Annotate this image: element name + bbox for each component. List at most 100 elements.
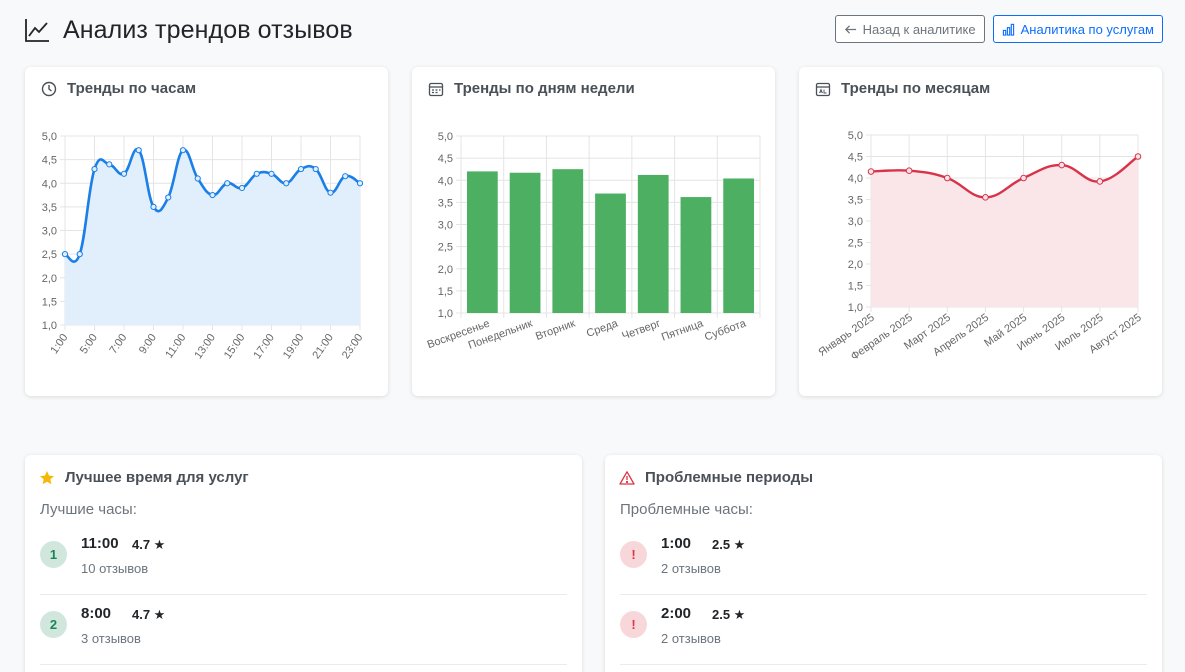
data-point: [356, 180, 364, 187]
x-tick-label: 17:00: [251, 332, 277, 361]
bar: [595, 193, 626, 313]
data-point: [867, 168, 875, 175]
y-tick-label: 2,5: [438, 242, 453, 254]
data-point: [61, 251, 69, 258]
y-tick-label: 4,5: [42, 155, 57, 167]
data-point: [1058, 161, 1066, 169]
hours-trend-card: Тренды по часам 5,0 4,5 4,0 3,5 3,0 2,5 2,0 1,5…: [25, 67, 388, 396]
y-tick-label: 1,0: [42, 320, 57, 332]
rank-badge: 2: [40, 611, 67, 638]
services-button-label: Аналитика по услугам: [1020, 21, 1154, 37]
data-point: [297, 165, 305, 173]
y-tick-label: 1,0: [848, 302, 863, 314]
best-times-title: Лучшее время для услуг: [65, 469, 249, 486]
best-hour-item: 1 11:00 4.7 ★ 10 отзывов: [40, 525, 567, 595]
x-tick-label: 1:00: [48, 332, 70, 356]
best-hour-time: 8:00: [81, 605, 112, 622]
y-tick-label: 4,0: [438, 175, 453, 187]
problem-hour-time: 2:00: [661, 605, 692, 622]
data-point: [76, 251, 83, 258]
x-tick-label: 19:00: [281, 332, 307, 361]
best-hour-rating: 4.7 ★: [132, 607, 166, 622]
best-hours-subtitle: Лучшие часы:: [40, 501, 137, 518]
data-point: [224, 180, 231, 187]
y-tick-label: 2,5: [42, 249, 57, 261]
x-tick-label: 5:00: [78, 332, 100, 356]
problem-periods-header: Проблемные периоды: [619, 469, 813, 486]
weekday-trend-chart: 5,04,54,03,53,02,52,01,51,0ВоскресеньеПо…: [426, 131, 761, 352]
problem-periods-card: Проблемные периоды Проблемные часы: ! 1:…: [605, 455, 1162, 672]
y-tick-label: 3,5: [848, 195, 863, 207]
bar: [637, 174, 669, 313]
best-hour-review-count: 10 отзывов: [81, 561, 149, 576]
x-tick-label: 7:00: [107, 332, 129, 356]
y-tick-label: 4,0: [42, 178, 57, 190]
data-point: [194, 175, 201, 182]
best-times-header: Лучшее время для услуг: [39, 469, 249, 486]
y-tick-label: 3,5: [438, 197, 453, 209]
bar-chart-icon: [1002, 23, 1014, 36]
weekday-trend-card: Тренды по дням недели 5,0 4,5 4,0 3,5 3,0 2,5…: [412, 67, 775, 396]
data-point: [179, 147, 187, 154]
problem-hour-review-count: 2 отзывов: [661, 561, 721, 576]
best-hour-review-count: 3 отзывов: [81, 631, 141, 646]
best-hour-rating: 4.7 ★: [132, 537, 166, 552]
problem-hours-subtitle: Проблемные часы:: [620, 501, 753, 518]
data-point: [135, 147, 142, 154]
data-point: [1096, 178, 1104, 185]
y-tick-label: 4,0: [848, 173, 863, 185]
data-point: [165, 194, 172, 201]
data-point: [91, 165, 98, 173]
data-point: [150, 203, 157, 210]
data-point: [253, 170, 260, 177]
y-tick-label: 1,5: [438, 286, 453, 298]
x-tick-label: 9:00: [137, 332, 159, 356]
bar: [723, 178, 755, 313]
x-tick-label: Среда: [585, 317, 620, 340]
best-hour-item: 2 8:00 4.7 ★ 3 отзывов: [40, 595, 567, 665]
data-point: [982, 194, 989, 201]
y-tick-label: 2,0: [42, 273, 57, 285]
y-tick-label: 5,0: [42, 131, 57, 143]
problem-hour-item: ! 1:00 2.5 ★ 2 отзывов: [620, 525, 1147, 595]
x-tick-label: 23:00: [340, 332, 366, 361]
data-point: [238, 184, 246, 192]
data-point: [106, 161, 113, 168]
data-point: [905, 167, 913, 174]
back-to-analytics-button[interactable]: Назад к аналитике: [834, 15, 985, 43]
page-title: Анализ трендов отзывов: [24, 14, 353, 46]
data-point: [312, 165, 319, 173]
x-tick-label: 21:00: [310, 332, 336, 361]
data-point: [342, 173, 349, 180]
data-point: [268, 170, 275, 177]
x-tick-label: 13:00: [192, 332, 218, 361]
bar: [466, 171, 498, 313]
y-tick-label: 1,5: [42, 296, 57, 308]
y-tick-label: 4,5: [848, 152, 863, 164]
problem-hour-rating: 2.5 ★: [712, 537, 746, 552]
month-trend-chart: 5,04,54,03,53,02,52,01,51,0Январь 2025Фе…: [816, 130, 1143, 363]
bar: [680, 197, 712, 313]
y-tick-label: 4,5: [438, 153, 453, 165]
data-point: [120, 170, 128, 177]
services-analytics-button[interactable]: Аналитика по услугам: [992, 15, 1163, 43]
y-tick-label: 3,0: [42, 226, 57, 238]
problem-hour-review-count: 2 отзывов: [661, 631, 721, 646]
problem-hour-item: ! 2:00 2.5 ★ 2 отзывов: [620, 595, 1147, 665]
data-point: [283, 180, 290, 187]
y-tick-label: 5,0: [848, 130, 863, 142]
best-times-card: Лучшее время для услуг Лучшие часы: 1 11…: [25, 455, 582, 672]
y-tick-label: 3,0: [848, 216, 863, 228]
y-tick-label: 5,0: [438, 131, 453, 143]
line-chart-icon: [25, 19, 49, 42]
arrow-left-icon: [844, 24, 856, 34]
y-tick-label: 1,5: [848, 281, 863, 293]
x-tick-label: Четверг: [620, 318, 662, 343]
rank-badge: 1: [40, 541, 67, 568]
x-tick-label: Пятница: [660, 317, 706, 343]
y-tick-label: 2,0: [438, 264, 453, 276]
y-tick-label: 2,5: [848, 238, 863, 250]
best-hour-time: 11:00: [81, 535, 119, 552]
problem-periods-title: Проблемные периоды: [645, 469, 814, 486]
data-point: [943, 174, 951, 182]
